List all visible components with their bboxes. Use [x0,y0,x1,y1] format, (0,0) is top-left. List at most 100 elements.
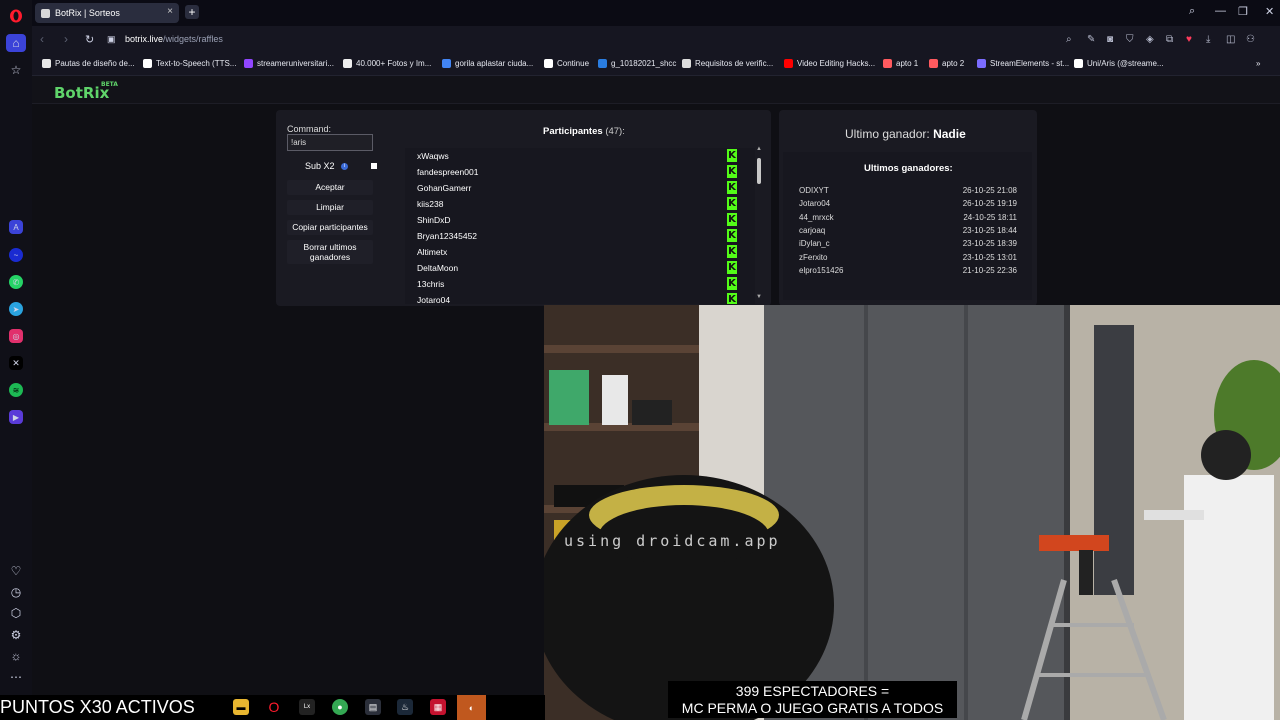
close-tab-icon[interactable]: × [167,6,173,17]
kick-icon: K [727,197,737,210]
winner-row: 44_mrxck 24-10-25 18:11 [799,213,1017,226]
whatsapp-icon[interactable]: ✆ [9,275,23,289]
messenger-icon[interactable]: ~ [9,248,23,262]
close-window-icon[interactable]: ✕ [1265,5,1274,18]
bookmark-item[interactable]: apto 1 [883,59,918,68]
tab-bar: BotRix | Sorteos × + ⌕ — ❐ ✕ [32,0,1280,26]
url-host: botrix.live [125,34,164,44]
app-window-icon[interactable]: ▤ [365,699,381,715]
bookmark-item[interactable]: Uni/Aris (@streame... [1074,59,1164,68]
new-tab-button[interactable]: + [185,5,199,19]
obs-icon[interactable]: ◐ [457,695,486,720]
bookmark-favicon-icon [544,59,553,68]
aria-icon[interactable]: A [9,220,23,234]
copy-participants-button[interactable]: Copiar participantes [287,220,373,235]
minimize-icon[interactable]: — [1215,5,1226,17]
file-explorer-icon[interactable]: ▬ [233,699,249,715]
participants-scrollbar[interactable]: ▲ ▼ [756,146,762,304]
bookmark-item[interactable]: Pautas de diseño de... [42,59,135,68]
bookmark-item[interactable]: apto 2 [929,59,964,68]
telegram-icon[interactable]: ➤ [9,302,23,316]
more-icon[interactable]: ⋯ [7,668,25,686]
bookmark-item[interactable]: Requisitos de verific... [682,59,773,68]
webcam-feed: using droidcam.app [544,305,1280,720]
instagram-icon[interactable]: ◎ [9,329,23,343]
profile-icon[interactable]: ⚇ [1246,34,1255,45]
botrix-favicon-icon [41,8,50,18]
participant-name: 13chris [417,279,445,289]
bookmarks-overflow-icon[interactable]: » [1256,59,1260,68]
participant-row: Altimetx K [405,244,745,260]
winner-name: ODIXYT [799,186,829,195]
shield-icon[interactable]: ⛉ [1126,34,1134,45]
participant-name: kiis238 [417,199,444,209]
bookmark-item[interactable]: Continue [544,59,589,68]
cube-icon[interactable]: ⬡ [7,604,25,622]
bookmark-favicon-icon [682,59,691,68]
scroll-down-icon[interactable]: ▼ [756,294,762,300]
home-icon[interactable]: ⌂ [6,34,26,52]
snapshot-icon[interactable]: ◫ [1226,34,1235,45]
accept-button[interactable]: Aceptar [287,180,373,195]
steam-icon[interactable]: ♨ [397,699,413,715]
winner-row: carjoaq 23-10-25 18:44 [799,226,1017,239]
info-icon[interactable]: i [341,163,348,170]
bookmark-item[interactable]: Video Editing Hacks... [784,59,875,68]
settings-icon[interactable]: ⚙ [7,626,25,644]
bookmark-item[interactable]: 40.000+ Fotos y Im... [343,59,431,68]
sub-x2-checkbox[interactable] [371,163,377,169]
bookmark-label: streameruniversitari... [257,59,334,68]
winner-date: 23-10-25 18:44 [962,225,1017,235]
chrome-icon[interactable]: ● [332,699,348,715]
edit-icon[interactable]: ✎ [1087,34,1095,45]
download-icon[interactable]: ⤓ [1206,34,1210,45]
lightbulb-icon[interactable]: ☼ [7,647,25,665]
search-tabs-icon[interactable]: ⌕ [1189,5,1195,18]
reload-icon[interactable]: ↻ [85,33,94,46]
last-winner-heading: Ultimo ganador: Nadie [845,127,966,141]
bookmark-item[interactable]: StreamElements - st... [977,59,1069,68]
banner-line-2: MC PERMA O JUEGO GRATIS A TODOS [681,700,944,716]
search-icon[interactable]: ⌕ [1066,34,1072,45]
viewer-goal-banner: 399 ESPECTADORES = MC PERMA O JUEGO GRAT… [668,681,957,718]
scroll-up-icon[interactable]: ▲ [756,146,762,152]
participants-list[interactable]: xWaqws Kfandespreen001 K GohanGamerr Kkiis23… [405,148,755,304]
app-taskbar-icon[interactable]: Lx [299,699,315,715]
bookmark-item[interactable]: gorila aplastar ciuda... [442,59,533,68]
kick-icon: K [727,149,737,162]
extensions-icon[interactable]: ⧉ [1166,34,1173,45]
bookmark-item[interactable]: streameruniversitari... [244,59,334,68]
tab-title: BotRix | Sorteos [55,8,120,18]
opera-logo-icon[interactable] [7,7,25,25]
pin-icon[interactable]: ☆ [7,61,25,79]
participant-name: xWaqws [417,151,449,161]
kick-icon: K [727,229,737,242]
spotify-icon[interactable]: ≋ [9,383,23,397]
vpn-icon[interactable]: ◈ [1146,34,1154,45]
tab-botrix[interactable]: BotRix | Sorteos × [35,3,179,23]
player-icon[interactable]: ▶ [9,410,23,424]
winner-row: zFerxito 23-10-25 13:01 [799,253,1017,266]
clear-button[interactable]: Limpiar [287,200,373,215]
forward-icon[interactable]: › [64,32,68,46]
maximize-icon[interactable]: ❐ [1238,5,1248,18]
screen: ⌂ ☆ A ~ ✆ ➤ ◎ ✕ ≋ ▶ ♡ ◷ ⬡ ⚙ ☼ ⋯ BotRix |… [0,0,1280,720]
favorite-heart-icon[interactable]: ♥ [1186,34,1192,45]
bookmark-item[interactable]: Text-to-Speech (TTS... [143,59,236,68]
x-icon[interactable]: ✕ [9,356,23,370]
participant-name: Bryan12345452 [417,231,478,241]
heart-icon[interactable]: ♡ [7,562,25,580]
kick-icon: K [727,165,737,178]
delete-winners-button[interactable]: Borrar ultimos ganadores [287,240,373,264]
command-input[interactable]: !aris [287,134,373,151]
back-icon[interactable]: ‹ [40,32,44,46]
scroll-thumb[interactable] [757,158,761,184]
history-icon[interactable]: ◷ [7,583,25,601]
camera-icon[interactable]: ◙ [1107,34,1113,45]
botrix-logo[interactable]: BotRix BETA [54,81,118,102]
participants-count: (47): [605,126,625,137]
url-field[interactable]: botrix.live/widgets/raffles [125,34,223,44]
red-app-icon[interactable]: ▦ [430,699,446,715]
bookmark-item[interactable]: g_10182021_shcc [598,59,676,68]
opera-taskbar-icon[interactable]: O [266,699,282,715]
